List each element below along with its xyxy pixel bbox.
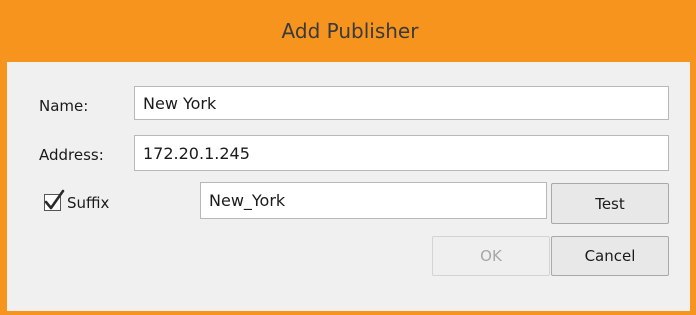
test-button[interactable]: Test <box>551 183 669 224</box>
checkmark-icon <box>44 189 65 210</box>
suffix-input[interactable] <box>200 182 547 219</box>
name-input[interactable] <box>134 86 669 120</box>
ok-button[interactable]: OK <box>432 236 550 276</box>
address-label: Address: <box>39 146 104 164</box>
name-label: Name: <box>39 97 89 115</box>
suffix-label: Suffix <box>67 194 110 212</box>
title-bar[interactable]: Add Publisher <box>0 0 696 62</box>
suffix-checkbox[interactable] <box>44 189 65 211</box>
address-input[interactable] <box>134 135 669 171</box>
cancel-button[interactable]: Cancel <box>551 236 669 276</box>
dialog-title: Add Publisher <box>281 19 419 43</box>
add-publisher-dialog: Add Publisher Name: Address: Suffix Test… <box>0 0 696 315</box>
